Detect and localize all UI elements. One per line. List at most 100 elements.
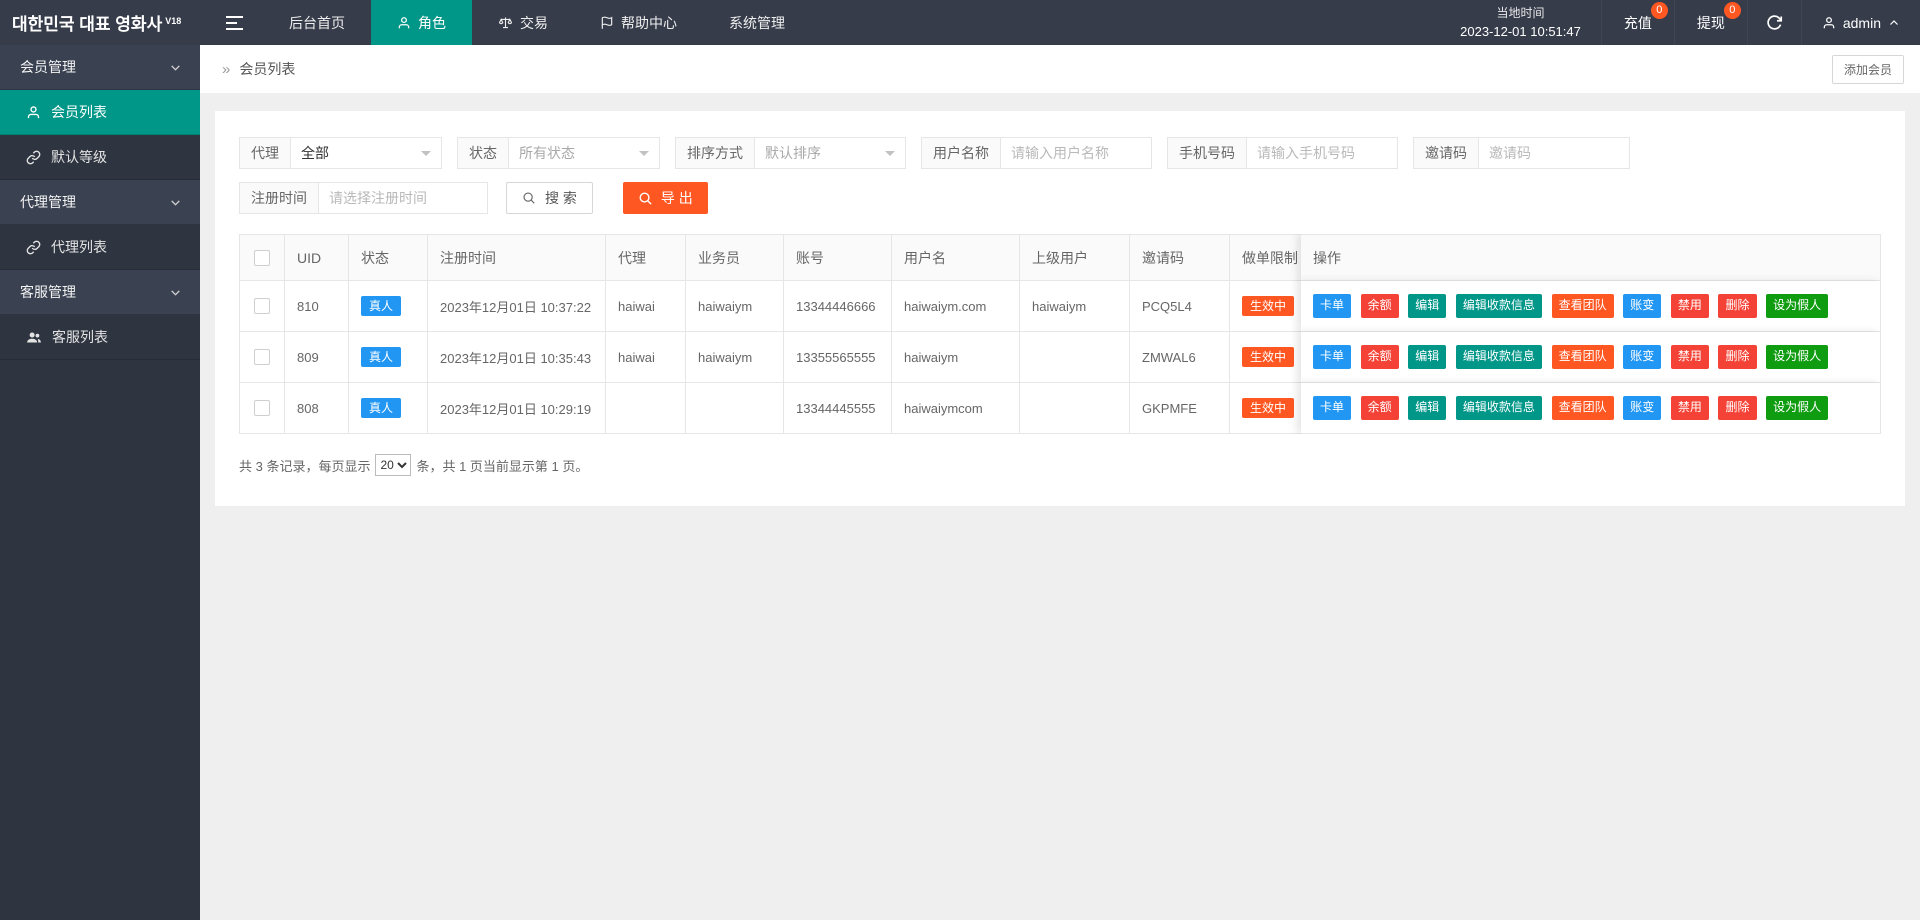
cell-invite-code: ZMWAL6 (1130, 332, 1230, 383)
edit-payment-info-button[interactable]: 编辑收款信息 (1455, 396, 1542, 420)
local-time-label: 当地时间 (1496, 5, 1545, 20)
sidebar-group-service-management[interactable]: 客服管理 (0, 270, 200, 315)
account-change-button[interactable]: 账变 (1623, 396, 1662, 420)
cell-username: haiwaiymcom (892, 383, 1020, 434)
view-team-button[interactable]: 查看团队 (1551, 396, 1614, 420)
cell-agent: haiwai (606, 332, 686, 383)
row-checkbox[interactable] (254, 400, 270, 417)
recharge-badge: 0 (1650, 2, 1668, 19)
refresh-button[interactable] (1746, 0, 1801, 45)
page-size-select[interactable]: 20 (375, 454, 412, 476)
table-header-row: UID 状态 注册时间 代理 业务员 账号 用户名 上级用户 邀请码 做单限制 … (239, 234, 1881, 281)
delete-button[interactable]: 删除 (1718, 345, 1757, 369)
sidebar-item-service-list[interactable]: 客服列表 (0, 315, 200, 360)
cell-username: haiwaiym.com (892, 281, 1020, 332)
view-team-button[interactable]: 查看团队 (1551, 345, 1614, 369)
filter-reg-time: 注册时间 (239, 182, 488, 214)
user-icon (27, 105, 40, 118)
status-label: 状态 (457, 137, 509, 169)
filter-invite-code: 邀请码 (1413, 137, 1630, 169)
status-select[interactable]: 所有状态 (508, 137, 660, 169)
set-fake-button[interactable]: 设为假人 (1766, 396, 1829, 420)
reg-time-input[interactable] (318, 182, 488, 214)
withdraw-badge: 0 (1723, 2, 1741, 19)
card-order-button[interactable]: 卡单 (1313, 294, 1352, 318)
view-team-button[interactable]: 查看团队 (1551, 294, 1614, 318)
row-checkbox[interactable] (254, 349, 270, 366)
balance-button[interactable]: 余额 (1360, 294, 1399, 318)
sidebar-group-agent-management[interactable]: 代理管理 (0, 180, 200, 225)
username-input[interactable] (1000, 137, 1152, 169)
invite-code-input[interactable] (1478, 137, 1630, 169)
cell-reg-time: 2023年12月01日 10:37:22 (428, 281, 606, 332)
header-parent-user: 上级用户 (1020, 234, 1130, 281)
link-icon (26, 240, 41, 254)
card-order-button[interactable]: 卡单 (1313, 396, 1352, 420)
phone-label: 手机号码 (1167, 137, 1247, 169)
filter-phone: 手机号码 (1167, 137, 1398, 169)
nav-item-system[interactable]: 系统管理 (703, 0, 811, 45)
withdraw-button[interactable]: 提现 0 (1673, 0, 1747, 45)
status-badge: 真人 (361, 347, 402, 367)
edit-payment-info-button[interactable]: 编辑收款信息 (1455, 345, 1542, 369)
scales-icon (498, 17, 513, 29)
select-all-checkbox[interactable] (254, 250, 270, 267)
edit-button[interactable]: 编辑 (1408, 396, 1447, 420)
sort-select[interactable]: 默认排序 (754, 137, 906, 169)
account-change-button[interactable]: 账变 (1623, 294, 1662, 318)
cell-salesman (686, 383, 784, 434)
username: admin (1842, 14, 1881, 31)
disable-button[interactable]: 禁用 (1670, 294, 1709, 318)
cell-salesman: haiwaiym (686, 332, 784, 383)
cell-account: 13355565555 (784, 332, 892, 383)
delete-button[interactable]: 删除 (1718, 396, 1757, 420)
filter-agent: 代理 全部 (239, 137, 442, 169)
sidebar-item-agent-list[interactable]: 代理列表 (0, 225, 200, 270)
edit-payment-info-button[interactable]: 编辑收款信息 (1455, 294, 1542, 318)
disable-button[interactable]: 禁用 (1670, 396, 1709, 420)
filter-username: 用户名称 (921, 137, 1152, 169)
cell-uid: 809 (285, 332, 349, 383)
set-fake-button[interactable]: 设为假人 (1766, 294, 1829, 318)
status-badge: 真人 (361, 398, 402, 418)
export-button[interactable]: 导 出 (622, 182, 708, 214)
sidebar-group-member-management[interactable]: 会员管理 (0, 45, 200, 90)
header-uid: UID (285, 234, 349, 281)
agent-select[interactable]: 全部 (290, 137, 442, 169)
edit-button[interactable]: 编辑 (1408, 345, 1447, 369)
sidebar: 会员管理 会员列表 默认等级 代理管理 代理列表 客服管理 客服列表 (0, 45, 200, 920)
search-button[interactable]: 搜 索 (506, 182, 593, 214)
disable-button[interactable]: 禁用 (1670, 345, 1709, 369)
nav-item-help-center[interactable]: 帮助中心 (574, 0, 703, 45)
edit-button[interactable]: 编辑 (1408, 294, 1447, 318)
header-username: 用户名 (892, 234, 1020, 281)
phone-input[interactable] (1246, 137, 1398, 169)
sort-select-value: 默认排序 (765, 145, 821, 161)
group-label: 客服管理 (20, 284, 76, 300)
member-table-scroll[interactable]: UID 状态 注册时间 代理 业务员 账号 用户名 上级用户 邀请码 做单限制 … (239, 234, 1881, 434)
cell-actions: 卡单 余额 编辑 编辑收款信息 查看团队 账变 禁用 删除 设为假人 (1301, 281, 1881, 332)
delete-button[interactable]: 删除 (1718, 294, 1757, 318)
local-time-value: 2023-12-01 10:51:47 (1460, 23, 1581, 39)
cell-uid: 810 (285, 281, 349, 332)
status-select-value: 所有状态 (519, 145, 575, 161)
nav-item-dashboard[interactable]: 后台首页 (263, 0, 371, 45)
sidebar-item-member-list[interactable]: 会员列表 (0, 90, 200, 135)
chevron-down-icon (421, 151, 431, 161)
account-change-button[interactable]: 账变 (1623, 345, 1662, 369)
row-checkbox[interactable] (254, 298, 270, 315)
sidebar-collapse-icon[interactable] (205, 0, 263, 45)
sort-label: 排序方式 (675, 137, 755, 169)
add-member-button[interactable]: 添加会员 (1831, 54, 1904, 84)
search-icon (523, 192, 535, 204)
nav-item-trade[interactable]: 交易 (472, 0, 574, 45)
user-menu[interactable]: admin (1800, 0, 1920, 45)
card-order-button[interactable]: 卡单 (1313, 345, 1352, 369)
recharge-button[interactable]: 充值 0 (1600, 0, 1674, 45)
chevron-up-icon (1890, 19, 1898, 25)
balance-button[interactable]: 余额 (1360, 396, 1399, 420)
sidebar-item-default-level[interactable]: 默认等级 (0, 135, 200, 180)
balance-button[interactable]: 余额 (1360, 345, 1399, 369)
set-fake-button[interactable]: 设为假人 (1766, 345, 1829, 369)
nav-item-roles[interactable]: 角色 (371, 0, 472, 45)
